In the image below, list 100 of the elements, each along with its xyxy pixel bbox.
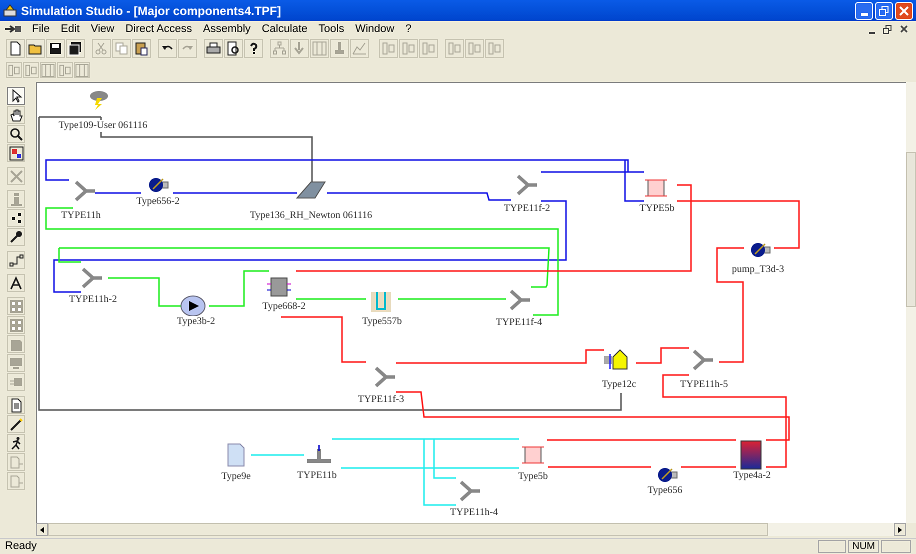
pen-button[interactable] (7, 415, 25, 433)
house-icon[interactable] (604, 349, 628, 370)
running-figure-button[interactable] (7, 434, 25, 452)
save-all-button[interactable] (66, 39, 85, 58)
menu-item[interactable]: Calculate (262, 20, 308, 38)
clipboard-icon (134, 41, 149, 56)
clipboard-button[interactable] (132, 39, 151, 58)
close-icon (899, 6, 909, 16)
question-mark-button[interactable] (244, 39, 263, 58)
printer-button[interactable] (204, 39, 223, 58)
solar-panel-icon[interactable] (296, 182, 326, 198)
y-valve-icon[interactable] (509, 289, 532, 311)
status-indicator: NUM (848, 540, 879, 553)
document-icon[interactable] (228, 444, 244, 466)
heat-exchanger-icon[interactable] (644, 180, 668, 196)
pen-icon (8, 416, 24, 432)
hand-button[interactable] (7, 106, 25, 124)
component-label: Type4a-2 (733, 470, 771, 482)
app-icon (3, 4, 17, 18)
link-line-button[interactable] (7, 251, 25, 269)
columns-icon (312, 41, 327, 56)
magnifier-button[interactable] (7, 125, 25, 143)
pump-icon[interactable] (658, 468, 678, 482)
y-valve-icon[interactable] (692, 349, 715, 371)
align-icon (421, 41, 436, 56)
menu-item[interactable]: View (90, 20, 114, 38)
heat-pump-icon[interactable] (266, 278, 292, 296)
running-figure-icon (8, 436, 24, 450)
y-valve-icon[interactable] (516, 174, 539, 196)
vertical-scrollbar[interactable] (906, 82, 916, 523)
close-icon (900, 25, 908, 33)
menu-item[interactable]: Tools (318, 20, 344, 38)
scrollbar-thumb[interactable] (48, 523, 768, 536)
status-text: Ready (5, 539, 37, 554)
scissors-icon (94, 41, 109, 56)
menu-item[interactable]: ? (405, 20, 412, 38)
minimize-button[interactable] (855, 2, 873, 20)
document-menu-icon[interactable] (4, 24, 22, 34)
columns-icon (41, 62, 55, 78)
fit-frame-button[interactable] (7, 144, 25, 162)
print-preview-button[interactable] (224, 39, 243, 58)
pin-icon (332, 41, 347, 56)
component-label: Type9e (221, 471, 251, 483)
save-disk-button[interactable] (46, 39, 65, 58)
info-icon (8, 192, 24, 206)
restore-button[interactable] (875, 2, 893, 20)
y-valve-icon[interactable] (81, 267, 104, 289)
status-pane (881, 540, 911, 553)
scrollbar-thumb[interactable] (906, 152, 916, 307)
left-arrow-icon (40, 526, 44, 532)
cross-icon (8, 168, 24, 184)
menu-item[interactable]: File (32, 20, 50, 38)
component-label: Type136_RH_Newton 061116 (250, 210, 372, 222)
y-valve-icon[interactable] (374, 366, 397, 388)
fit-frame-icon (8, 146, 24, 160)
undo-arrow-button[interactable] (158, 39, 177, 58)
text-page-button[interactable] (7, 396, 25, 414)
pump-icon[interactable] (149, 178, 168, 192)
component-label: Type12c (602, 379, 636, 391)
chart-icon (352, 41, 367, 56)
tee-pipe-icon[interactable] (305, 445, 333, 463)
align-icon (24, 62, 38, 78)
pump-icon[interactable] (751, 243, 770, 257)
key-button[interactable] (7, 228, 25, 246)
link-line-icon (8, 252, 24, 268)
menu-item[interactable]: Window (355, 20, 394, 38)
restore-button[interactable] (881, 22, 894, 36)
circulator-icon[interactable] (180, 296, 206, 316)
letter-shape-icon (8, 276, 24, 290)
y-valve-icon[interactable] (459, 480, 482, 502)
new-document-icon (8, 41, 23, 56)
menu-item[interactable]: Direct Access (125, 20, 192, 38)
open-folder-button[interactable] (26, 39, 45, 58)
grid-icon (8, 318, 24, 332)
menu-item[interactable]: Edit (60, 20, 80, 38)
page-arrow-icon (8, 454, 24, 470)
copy-icon (114, 41, 129, 56)
tank-icon[interactable] (740, 440, 762, 470)
component-label: Type668-2 (262, 301, 306, 313)
new-document-button[interactable] (6, 39, 25, 58)
save-all-icon (68, 41, 83, 56)
align-icon (401, 41, 416, 56)
printer-icon (206, 41, 221, 56)
pipe-line (251, 454, 304, 456)
monitor-icon (8, 356, 24, 370)
y-valve-icon[interactable] (74, 180, 97, 202)
hand-icon (8, 108, 24, 122)
cursor-arrow-button[interactable] (7, 87, 25, 105)
align-icon (487, 41, 502, 56)
align-icon (7, 62, 21, 78)
heat-exchanger-icon[interactable] (522, 446, 544, 464)
arrows-dots-button[interactable] (7, 209, 25, 227)
component-label: Type656 (648, 485, 682, 497)
component-label: Type656-2 (136, 196, 180, 208)
print-preview-icon (226, 41, 241, 56)
menu-item[interactable]: Assembly (203, 20, 251, 38)
horizontal-scrollbar[interactable] (36, 523, 906, 536)
close-button[interactable] (895, 2, 913, 20)
letter-shape-button[interactable] (7, 274, 25, 292)
weather-cloud-icon[interactable] (90, 91, 108, 110)
